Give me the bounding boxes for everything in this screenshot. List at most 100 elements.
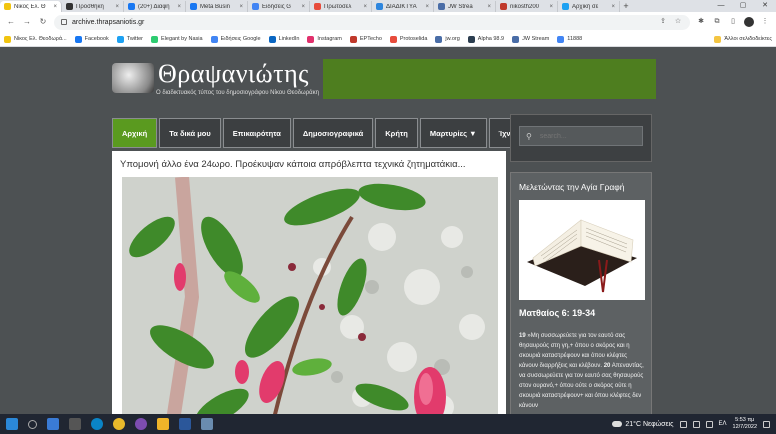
- bookmark-item[interactable]: Νίκος Ελ. Θεοδωρά...: [4, 35, 67, 43]
- bookmark-item[interactable]: Facebook: [74, 35, 109, 43]
- browser-tab[interactable]: nikosth200 ×: [496, 1, 558, 12]
- bookmark-item[interactable]: Twitter: [116, 35, 143, 43]
- windows-taskbar: 21°C Νεφώσεις ΕΛ 5:53 πμ 12/7/2022: [0, 414, 776, 434]
- nav-item[interactable]: Δημοσιογραφικά: [292, 118, 374, 148]
- sidebar-icon[interactable]: ▯: [728, 17, 738, 27]
- extension-icon[interactable]: ✱: [696, 17, 706, 27]
- folder-icon[interactable]: [157, 418, 169, 430]
- nav-item[interactable]: Τα δικά μου: [159, 118, 221, 148]
- address-toolbar: ← → ↻ archive.thrapsaniotis.gr ⇪ ☆ ✱ ⧉ ▯…: [0, 12, 776, 32]
- edge-icon[interactable]: [91, 418, 103, 430]
- app-icon[interactable]: [201, 418, 213, 430]
- bookmark-item[interactable]: 11888: [557, 35, 583, 43]
- network-icon[interactable]: [692, 420, 700, 428]
- lock-icon[interactable]: [61, 19, 67, 25]
- bookmark-label: Protoselida: [399, 36, 428, 42]
- share-icon[interactable]: ⇪: [658, 17, 668, 27]
- bookmark-item[interactable]: LinkedIn: [268, 35, 299, 43]
- verse-body: Απεναντίας, να συσσωρεύετε για τον εαυτό…: [519, 363, 644, 409]
- language-indicator[interactable]: ΕΛ: [719, 421, 727, 427]
- maximize-icon[interactable]: ▢: [732, 0, 754, 12]
- site-title[interactable]: Θραψανιώτης: [158, 59, 309, 89]
- nav-item[interactable]: Μαρτυρίες ▼: [419, 118, 487, 148]
- tab-close-icon[interactable]: ×: [115, 4, 119, 10]
- word-icon[interactable]: [179, 418, 191, 430]
- other-bookmarks[interactable]: Άλλοι σελιδοδείκτες: [714, 35, 772, 43]
- search-input[interactable]: [539, 132, 630, 140]
- tab-close-icon[interactable]: ×: [363, 4, 367, 10]
- minimize-icon[interactable]: —: [710, 0, 732, 12]
- bookmark-item[interactable]: Alpha 98.9: [467, 35, 504, 43]
- nav-item[interactable]: Αρχική: [112, 118, 158, 148]
- tab-close-icon[interactable]: ×: [53, 4, 57, 10]
- cloud-icon: [612, 421, 623, 427]
- browser-tab[interactable]: ΔΙΑΔΙΚΤΥΑ ×: [372, 1, 434, 12]
- new-tab-button[interactable]: +: [620, 1, 632, 12]
- url-text[interactable]: archive.thrapsaniotis.gr: [72, 19, 653, 26]
- bookmark-label: Ειδήσεις Google: [220, 36, 261, 42]
- bookmark-label: EPTecho: [359, 36, 382, 42]
- folder-icon: [714, 35, 722, 43]
- search-icon[interactable]: [28, 419, 37, 429]
- bookmark-label: Instagram: [317, 36, 342, 42]
- bookmark-label: 11888: [567, 36, 583, 42]
- tab-close-icon[interactable]: ×: [177, 4, 181, 10]
- browser-tab[interactable]: Νίκος Ελ. Θ ×: [0, 1, 62, 12]
- menu-icon[interactable]: ⋮: [760, 17, 770, 27]
- bookmark-star-icon[interactable]: ☆: [673, 17, 683, 27]
- browser-tab[interactable]: Πρωτοσέλ ×: [310, 1, 372, 12]
- nav-item[interactable]: Κρήτη: [375, 118, 418, 148]
- bookmark-item[interactable]: EPTecho: [349, 35, 382, 43]
- back-icon[interactable]: ←: [6, 17, 16, 27]
- logo-image[interactable]: [112, 63, 154, 93]
- bookmark-item[interactable]: Protoselida: [389, 35, 428, 43]
- tab-favicon-icon: [500, 3, 507, 10]
- windows-start-icon[interactable]: [6, 418, 18, 430]
- bookmark-item[interactable]: jw.org: [435, 35, 460, 43]
- bible-image[interactable]: [519, 200, 645, 300]
- tab-close-icon[interactable]: ×: [487, 4, 491, 10]
- browser-tab[interactable]: Meta Busin ×: [186, 1, 248, 12]
- tray-chevron-icon[interactable]: [679, 420, 687, 428]
- weather-widget[interactable]: 21°C Νεφώσεις: [612, 421, 674, 428]
- post-photo[interactable]: [122, 177, 498, 414]
- bookmark-favicon-icon: [116, 35, 124, 43]
- post-title[interactable]: Υπομονή άλλο ένα 24ωρο. Προέκυψαν κάποια…: [120, 159, 466, 170]
- chrome-icon[interactable]: [113, 418, 125, 430]
- tab-close-icon[interactable]: ×: [301, 4, 305, 10]
- browser-tab[interactable]: Ειδήσεις G ×: [248, 1, 310, 12]
- tab-close-icon[interactable]: ×: [611, 4, 615, 10]
- tab-favicon-icon: [190, 3, 197, 10]
- bookmark-item[interactable]: Instagram: [307, 35, 342, 43]
- tab-close-icon[interactable]: ×: [549, 4, 553, 10]
- close-window-icon[interactable]: ✕: [754, 0, 776, 12]
- viber-icon[interactable]: [135, 418, 147, 430]
- bookmark-list: Νίκος Ελ. Θεοδωρά... Facebook Twitter Elega…: [4, 35, 583, 43]
- nav-item[interactable]: Επικαιρότητα: [222, 118, 291, 148]
- search-field[interactable]: ⚲: [519, 126, 643, 146]
- volume-icon[interactable]: [705, 420, 713, 428]
- browser-tab[interactable]: JW Strea ×: [434, 1, 496, 12]
- clock[interactable]: 5:53 πμ 12/7/2022: [733, 417, 757, 431]
- browser-tab[interactable]: Αρχική σε ×: [558, 1, 620, 12]
- bookmark-label: Νίκος Ελ. Θεοδωρά...: [14, 36, 67, 42]
- profile-avatar[interactable]: [744, 17, 754, 27]
- forward-icon[interactable]: →: [22, 17, 32, 27]
- tab-label: Αρχική σε: [572, 3, 599, 10]
- bookmark-item[interactable]: JW Stream: [512, 35, 549, 43]
- puzzle-icon[interactable]: ⧉: [712, 17, 722, 27]
- browser-tab[interactable]: (20+) Διαφη ×: [124, 1, 186, 12]
- tab-close-icon[interactable]: ×: [239, 4, 243, 10]
- browser-tab[interactable]: Προσθήκη ×: [62, 1, 124, 12]
- task-view-icon[interactable]: [69, 418, 81, 430]
- file-explorer-icon[interactable]: [47, 418, 59, 430]
- bookmark-item[interactable]: Elegant by Nasia: [151, 35, 203, 43]
- search-icon[interactable]: ⚲: [526, 132, 532, 141]
- reload-icon[interactable]: ↻: [38, 17, 48, 27]
- tab-close-icon[interactable]: ×: [425, 4, 429, 10]
- omnibox[interactable]: archive.thrapsaniotis.gr ⇪ ☆: [54, 14, 690, 30]
- bookmark-favicon-icon: [151, 35, 158, 43]
- site-container: Θραψανιώτης Ο διαδικτυακός τύπος του δημ…: [110, 57, 656, 414]
- notifications-icon[interactable]: [763, 420, 770, 428]
- bookmark-item[interactable]: Ειδήσεις Google: [210, 35, 261, 43]
